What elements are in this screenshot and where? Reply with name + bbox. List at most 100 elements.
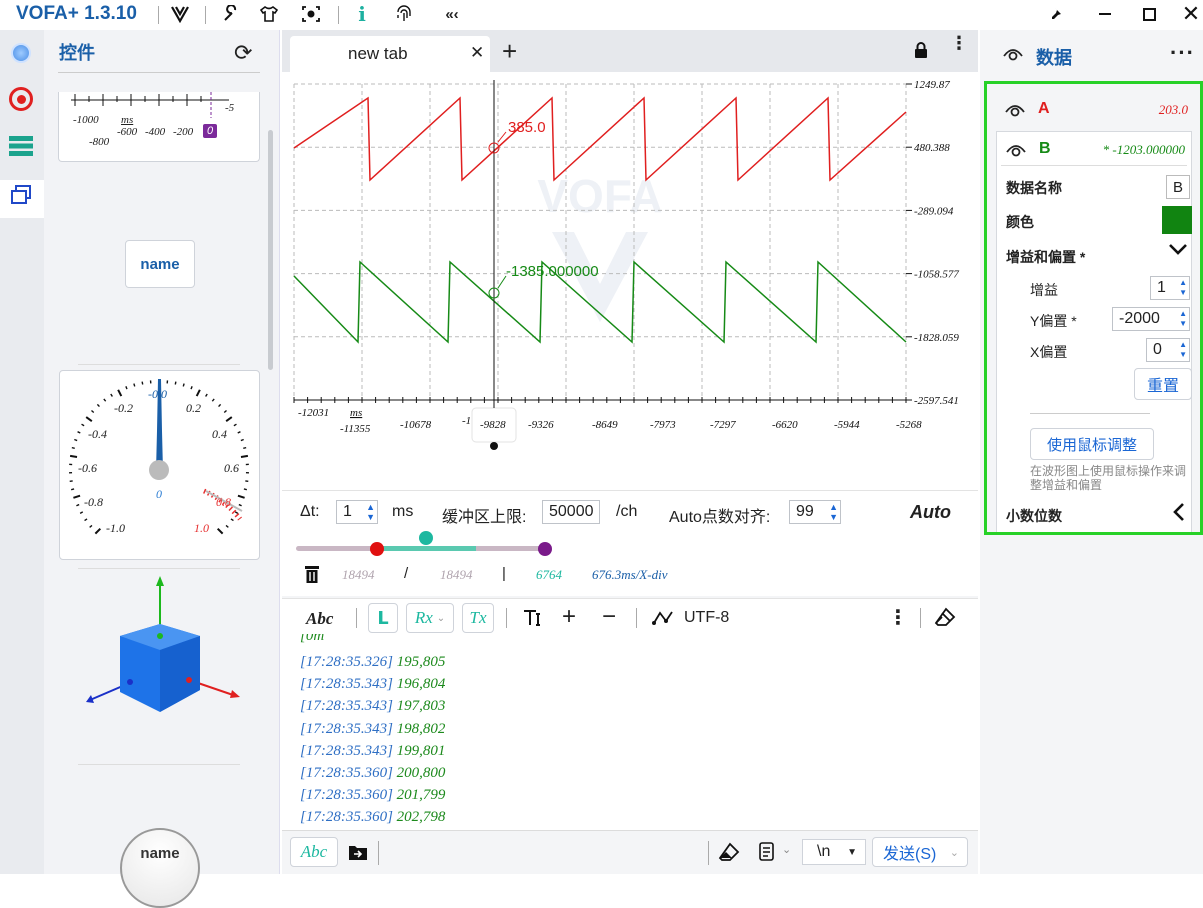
- eraser-icon[interactable]: [934, 607, 956, 632]
- gauge-tick: [80, 512, 83, 513]
- gauge-tick: [224, 410, 226, 412]
- separator: [158, 6, 159, 24]
- gauge-tick: [78, 432, 81, 433]
- divider: [78, 364, 240, 365]
- send-file-icon[interactable]: [348, 843, 368, 866]
- shirt-icon[interactable]: [257, 3, 281, 25]
- newline-select[interactable]: \n ▼: [802, 839, 866, 865]
- gauge-tick: [226, 417, 232, 421]
- close-tab-icon[interactable]: ✕: [470, 43, 484, 63]
- send-button[interactable]: 发送(S) ⌄: [872, 837, 968, 867]
- gauge-label: -1.0: [106, 521, 125, 536]
- trash-icon[interactable]: [304, 565, 320, 588]
- gauge-tick: [70, 456, 77, 457]
- record-icon[interactable]: [6, 84, 36, 114]
- minimize-button[interactable]: [1090, 2, 1120, 26]
- log-value: 198,802: [393, 721, 446, 737]
- x-tick-label: -5944: [834, 419, 860, 431]
- zoom-in-icon[interactable]: +: [562, 603, 576, 631]
- info-icon[interactable]: i: [350, 3, 374, 25]
- gauge-tick: [212, 399, 214, 401]
- vofa-logo-icon[interactable]: [168, 3, 192, 25]
- y-tick-label: 480.388: [914, 142, 950, 154]
- widget-panel: 控件 ⟳ -1000 -800 ms -600 -400 -200 0 -5 n…: [44, 30, 280, 874]
- timestamp-toggle-icon[interactable]: ᒪ: [368, 603, 398, 633]
- gauge-tick: [234, 424, 237, 426]
- ruler-widget[interactable]: -1000 -800 ms -600 -400 -200 0 -5: [58, 92, 260, 162]
- capture-icon[interactable]: [299, 3, 323, 25]
- eye-icon[interactable]: [1002, 46, 1024, 67]
- x-tick-label: -1: [462, 415, 471, 427]
- cursor-value-a: 385.0: [508, 119, 546, 136]
- close-button[interactable]: ✕: [1176, 2, 1203, 26]
- list-icon[interactable]: [6, 131, 36, 161]
- pin-icon[interactable]: [1042, 2, 1072, 26]
- auto-button[interactable]: Auto: [910, 502, 951, 523]
- tab-menu-icon[interactable]: ⋮: [950, 40, 968, 46]
- buffer-input[interactable]: 50000: [542, 500, 600, 524]
- gauge-tick: [95, 529, 100, 534]
- ruler-value-badge: 0: [203, 124, 217, 138]
- refresh-icon[interactable]: ⟳: [234, 40, 252, 66]
- collapse-icon[interactable]: «‹: [440, 3, 464, 25]
- terminal-log[interactable]: [0m [17:28:35.326] 195,805[17:28:35.343]…: [282, 634, 978, 858]
- range-mid-handle[interactable]: [419, 531, 433, 545]
- spinner-icon[interactable]: ▲▼: [366, 502, 375, 522]
- abc-toggle[interactable]: Abc: [306, 609, 333, 629]
- cube-3d-widget[interactable]: [64, 574, 254, 724]
- clear-send-icon[interactable]: [718, 842, 740, 867]
- log-line: [17:28:35.343] 196,804: [300, 676, 445, 693]
- range-end-handle[interactable]: [538, 542, 552, 556]
- scrollbar[interactable]: [268, 130, 273, 370]
- x-tick-label: -12031: [298, 407, 329, 419]
- fingerprint-icon[interactable]: [392, 3, 416, 25]
- send-abc-toggle[interactable]: Abc: [290, 837, 338, 867]
- separator: [378, 841, 379, 865]
- spinner-icon[interactable]: ▲▼: [829, 502, 838, 522]
- connection-icon[interactable]: [6, 38, 36, 68]
- x-tick-label: -8649: [592, 419, 618, 431]
- gauge-tick: [219, 404, 221, 406]
- separator: [636, 608, 637, 628]
- tab-bar: new tab ✕ + ⋮: [282, 30, 978, 72]
- encoding-select[interactable]: UTF-8: [684, 609, 729, 627]
- gauge-label: 0.8: [216, 495, 231, 510]
- widgets-icon[interactable]: [6, 180, 36, 210]
- wrench-icon[interactable]: [219, 3, 243, 25]
- range-start-handle[interactable]: [370, 542, 384, 556]
- align-input[interactable]: 99 ▲▼: [789, 500, 841, 524]
- gauge-tick: [118, 390, 121, 396]
- add-tab-icon[interactable]: +: [502, 36, 517, 67]
- gauge-tick: [197, 390, 200, 396]
- x-tick-label: -6620: [772, 419, 798, 431]
- script-icon[interactable]: [758, 842, 776, 867]
- waveform-chart[interactable]: VOFA1249.87480.388-289.094-1058.577-1828…: [282, 72, 978, 490]
- lock-icon[interactable]: [914, 42, 928, 63]
- terminal-menu-icon[interactable]: ⋮: [888, 605, 908, 630]
- gauge-tick: [104, 399, 106, 401]
- chevron-down-icon[interactable]: ⌄: [782, 843, 791, 856]
- log-value: 200,800: [393, 765, 446, 781]
- log-line: [17:28:35.360] 200,800: [300, 765, 445, 782]
- log-line: [17:28:35.343] 198,802: [300, 721, 445, 738]
- gauge-tick: [90, 525, 92, 527]
- tab-new-tab[interactable]: new tab ✕: [290, 36, 490, 72]
- log-partial-line: [0m: [300, 634, 324, 645]
- gauge-widget[interactable]: -0.0 -0.2 0.2 -0.4 0.4 -0.6 0.6 -0.8 0.8…: [59, 370, 260, 560]
- rx-toggle[interactable]: Rx⌄: [406, 603, 454, 633]
- text-format-icon[interactable]: [522, 608, 542, 633]
- log-value: 201,799: [393, 787, 446, 803]
- encoding-icon[interactable]: [652, 609, 674, 632]
- zoom-out-icon[interactable]: −: [602, 603, 616, 631]
- tx-toggle[interactable]: Tx: [462, 603, 494, 633]
- log-value: 196,804: [393, 676, 446, 692]
- dt-input[interactable]: 1 ▲▼: [336, 500, 378, 524]
- gauge-tick: [72, 448, 75, 449]
- name-button-widget[interactable]: name: [125, 240, 195, 288]
- dt-unit: ms: [392, 503, 413, 521]
- knob-widget[interactable]: name: [120, 828, 200, 908]
- gauge-tick: [241, 440, 244, 441]
- tab-label: new tab: [348, 44, 408, 64]
- more-menu-icon[interactable]: ···: [1170, 40, 1195, 66]
- maximize-button[interactable]: [1134, 2, 1164, 26]
